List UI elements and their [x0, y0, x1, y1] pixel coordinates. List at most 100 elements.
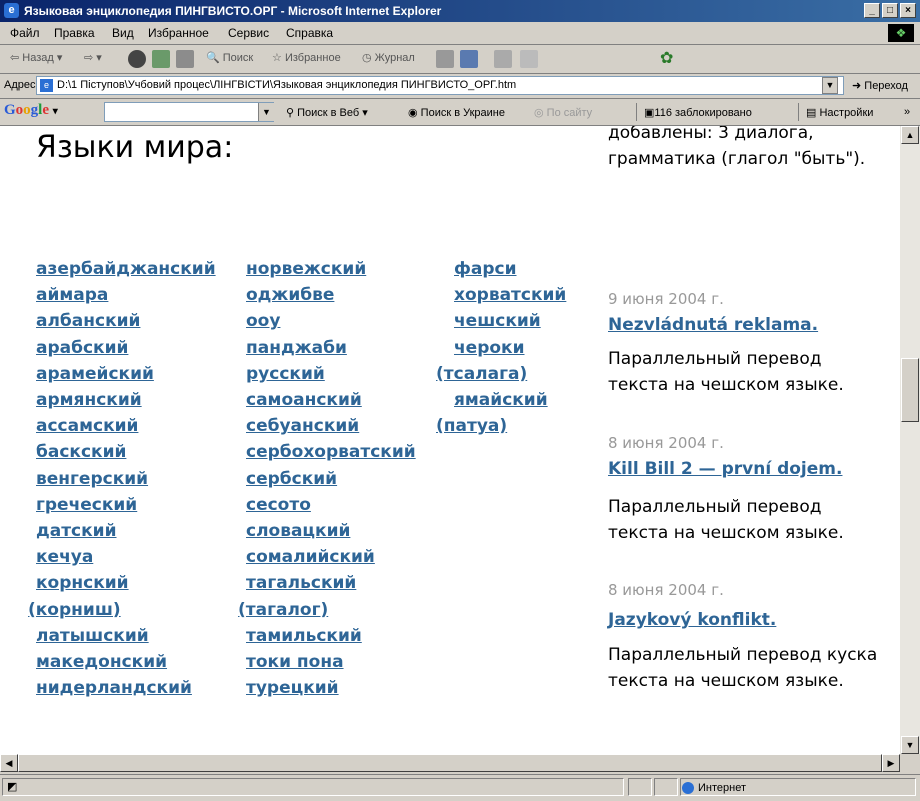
- language-link[interactable]: (тагалог): [238, 600, 328, 620]
- stop-icon[interactable]: [128, 50, 146, 68]
- site-icon: ◎: [534, 107, 544, 119]
- language-link[interactable]: (корниш): [28, 600, 121, 620]
- language-link[interactable]: панджаби: [246, 338, 347, 358]
- language-link[interactable]: нидерландский: [36, 678, 192, 698]
- news-date: 8 июня 2004 г.: [608, 434, 724, 452]
- language-link[interactable]: сомалийский: [246, 547, 375, 567]
- horizontal-scrollbar[interactable]: ◀ ▶: [0, 754, 900, 772]
- popup-blocker-button[interactable]: ▣116 заблокировано: [644, 106, 752, 119]
- status-cell: [654, 778, 678, 796]
- language-link[interactable]: арамейский: [36, 364, 154, 384]
- site-search-button[interactable]: ◉ Поиск в Украине: [408, 106, 505, 119]
- web-search-button[interactable]: ⚲ Поиск в Веб ▾: [286, 106, 368, 119]
- google-search-dropdown[interactable]: ▼: [258, 103, 274, 121]
- popup-blocker-icon: ▣: [644, 107, 655, 119]
- language-link[interactable]: венгерский: [36, 469, 148, 489]
- menu-view[interactable]: Вид: [112, 26, 134, 40]
- language-link[interactable]: азербайджанский: [36, 259, 216, 279]
- menu-tools[interactable]: Сервис: [228, 26, 269, 40]
- settings-button[interactable]: ▤ Настройки: [806, 106, 873, 119]
- language-link[interactable]: чешский: [454, 311, 541, 331]
- menu-file[interactable]: Файл: [10, 26, 40, 40]
- language-link[interactable]: токи пона: [246, 652, 344, 672]
- language-link[interactable]: норвежский: [246, 259, 366, 279]
- language-link[interactable]: фарси: [454, 259, 517, 279]
- language-link[interactable]: оджибве: [246, 285, 334, 305]
- settings-label: Настройки: [819, 107, 874, 119]
- scroll-left-button[interactable]: ◀: [0, 754, 18, 772]
- menu-edit[interactable]: Правка: [54, 26, 95, 40]
- language-link[interactable]: кечуа: [36, 547, 93, 567]
- language-link[interactable]: словацкий: [246, 521, 350, 541]
- menu-help[interactable]: Справка: [286, 26, 333, 40]
- refresh-icon[interactable]: [152, 50, 170, 68]
- google-search-input[interactable]: [104, 102, 274, 122]
- language-link[interactable]: арабский: [36, 338, 128, 358]
- extension-icon[interactable]: ✿: [660, 48, 673, 68]
- language-link[interactable]: баскский: [36, 442, 126, 462]
- forward-button[interactable]: ⇨ ▾: [84, 51, 102, 64]
- scroll-down-button[interactable]: ▼: [901, 736, 919, 754]
- google-logo[interactable]: Google ▾: [4, 102, 58, 119]
- language-link[interactable]: сербский: [246, 469, 337, 489]
- favorites-button[interactable]: ☆ Избранное: [272, 51, 341, 64]
- news-date: 9 июня 2004 г.: [608, 290, 724, 308]
- toolbar-more-chevron[interactable]: »: [904, 106, 910, 118]
- menu-favorites[interactable]: Избранное: [148, 26, 209, 40]
- language-link[interactable]: тамильский: [246, 626, 362, 646]
- status-bar: ◩ Интернет: [0, 774, 920, 801]
- language-link[interactable]: латышский: [36, 626, 149, 646]
- language-link[interactable]: албанский: [36, 311, 140, 331]
- address-dropdown-button[interactable]: ▼: [822, 77, 838, 94]
- address-input[interactable]: e D:\1 Піступов\Учбовий процес\ЛІНГВІСТИ…: [36, 76, 844, 95]
- scroll-up-button[interactable]: ▲: [901, 126, 919, 144]
- language-link[interactable]: аймара: [36, 285, 108, 305]
- language-link[interactable]: турецкий: [246, 678, 339, 698]
- binoculars-icon: ⚲: [286, 107, 295, 119]
- language-link[interactable]: себуанский: [246, 416, 359, 436]
- language-link[interactable]: ассамский: [36, 416, 138, 436]
- edit-icon[interactable]: [494, 50, 512, 68]
- language-link[interactable]: греческий: [36, 495, 137, 515]
- news-title-link[interactable]: Jazykový konflikt.: [608, 610, 776, 630]
- popup-blocked-label: 116 заблокировано: [654, 107, 752, 119]
- by-site-button[interactable]: ◎ По сайту: [534, 106, 592, 119]
- print-icon[interactable]: [460, 50, 478, 68]
- news-title-link[interactable]: Kill Bill 2 — první dojem.: [608, 459, 842, 479]
- language-link[interactable]: датский: [36, 521, 117, 541]
- minimize-button[interactable]: _: [864, 3, 880, 18]
- language-link[interactable]: корнский: [36, 573, 129, 593]
- google-toolbar: Google ▾ ▼ ⚲ Поиск в Веб ▾ ◉ Поиск в Укр…: [0, 99, 920, 126]
- close-button[interactable]: ×: [900, 3, 916, 18]
- menu-bar: Файл Правка Вид Избранное Сервис Справка…: [0, 22, 920, 45]
- news-title-link[interactable]: Nezvládnutá reklama.: [608, 315, 818, 335]
- go-button[interactable]: ➜ Переход: [852, 79, 908, 92]
- scroll-right-button[interactable]: ▶: [882, 754, 900, 772]
- maximize-button[interactable]: □: [882, 3, 898, 18]
- vertical-scrollbar[interactable]: ▲ ▼: [900, 126, 920, 754]
- horizontal-scroll-thumb[interactable]: [18, 754, 882, 772]
- back-button[interactable]: ⇦ Назад ▾: [10, 51, 62, 64]
- messenger-icon[interactable]: [520, 50, 538, 68]
- standard-toolbar: ⇦ Назад ▾ ⇨ ▾ 🔍 Поиск ☆ Избранное ◷ Журн…: [0, 45, 920, 74]
- language-link[interactable]: (тсалага): [436, 364, 527, 384]
- vertical-scroll-thumb[interactable]: [901, 358, 919, 422]
- search-button[interactable]: 🔍 Поиск: [206, 51, 253, 64]
- journal-button[interactable]: ◷ Журнал: [362, 51, 415, 64]
- language-link[interactable]: чероки: [454, 338, 525, 358]
- favorites-icon: ☆: [272, 52, 282, 64]
- language-link[interactable]: сербохорватский: [246, 442, 416, 462]
- mail-icon[interactable]: [436, 50, 454, 68]
- site-search-label: Поиск в Украине: [420, 107, 505, 119]
- language-link[interactable]: сесото: [246, 495, 311, 515]
- language-link[interactable]: ооу: [246, 311, 280, 331]
- language-link[interactable]: (патуа): [436, 416, 507, 436]
- language-link[interactable]: русский: [246, 364, 325, 384]
- language-link[interactable]: хорватский: [454, 285, 566, 305]
- language-link[interactable]: ямайский: [454, 390, 548, 410]
- language-link[interactable]: македонский: [36, 652, 167, 672]
- language-link[interactable]: самоанский: [246, 390, 362, 410]
- language-link[interactable]: армянский: [36, 390, 142, 410]
- language-link[interactable]: тагальский: [246, 573, 356, 593]
- home-icon[interactable]: [176, 50, 194, 68]
